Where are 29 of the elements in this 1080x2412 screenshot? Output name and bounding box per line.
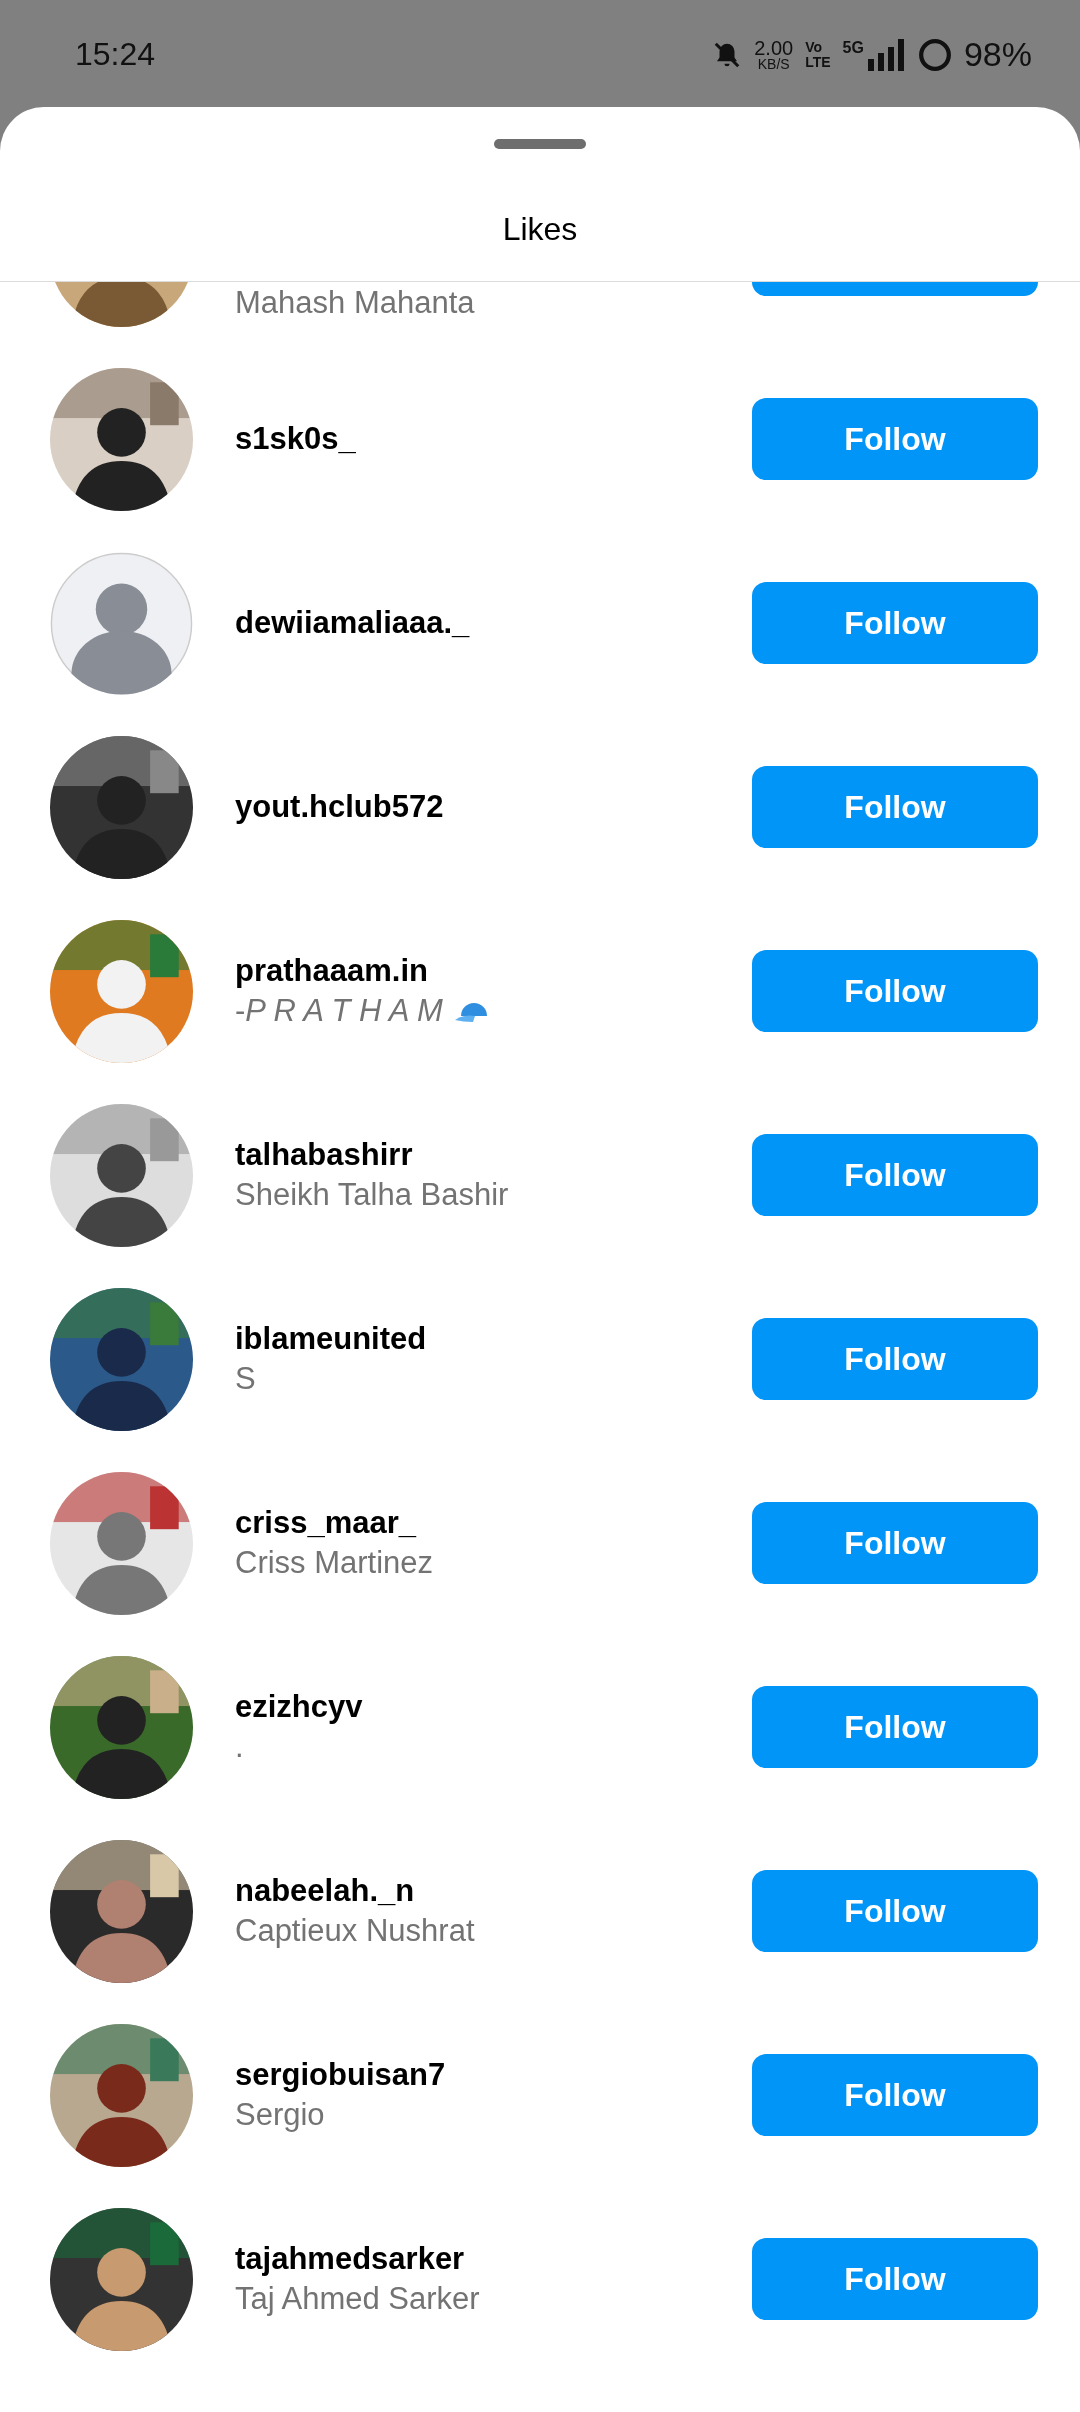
username[interactable]: sergiobuisan7 <box>235 2057 752 2093</box>
battery-ring-icon <box>917 37 952 72</box>
status-time: 15:24 <box>75 36 156 73</box>
username[interactable]: prathaaam.in <box>235 953 752 989</box>
username[interactable]: nabeelah._n <box>235 1873 752 1909</box>
signal-icon <box>865 38 906 71</box>
network-type: 5G <box>842 39 864 57</box>
full-name: Sergio <box>235 2097 325 2133</box>
username[interactable]: criss_maar_ <box>235 1505 752 1541</box>
full-name: Taj Ahmed Sarker <box>235 2281 480 2317</box>
full-name: Captieux Nushrat <box>235 1913 475 1949</box>
username[interactable]: talhabashirr <box>235 1137 752 1173</box>
drag-handle[interactable] <box>494 139 586 149</box>
full-name: -P R A T H A M <box>235 993 443 1029</box>
full-name: Criss Martinez <box>235 1545 434 1581</box>
data-speed: 2.00 KB/S <box>754 38 794 71</box>
username[interactable]: ezizhcyv <box>235 1689 752 1725</box>
battery-percent: 98% <box>963 35 1032 74</box>
default-avatar-icon <box>50 551 193 695</box>
volte-indicator: Vo LTE <box>805 39 831 70</box>
username[interactable]: dewiiamaliaaa._ <box>235 605 752 641</box>
full-name: Sheikh Talha Bashir <box>235 1177 509 1213</box>
full-name: . <box>235 1729 244 1765</box>
username[interactable]: iblameunited <box>235 1321 752 1357</box>
username[interactable]: s1sk0s_ <box>235 421 752 457</box>
full-name: Mahash Mahanta <box>235 285 475 321</box>
username[interactable]: tajahmedsarker <box>235 2241 752 2277</box>
username[interactable]: yout.hclub572 <box>235 789 752 825</box>
full-name: S <box>235 1361 256 1397</box>
